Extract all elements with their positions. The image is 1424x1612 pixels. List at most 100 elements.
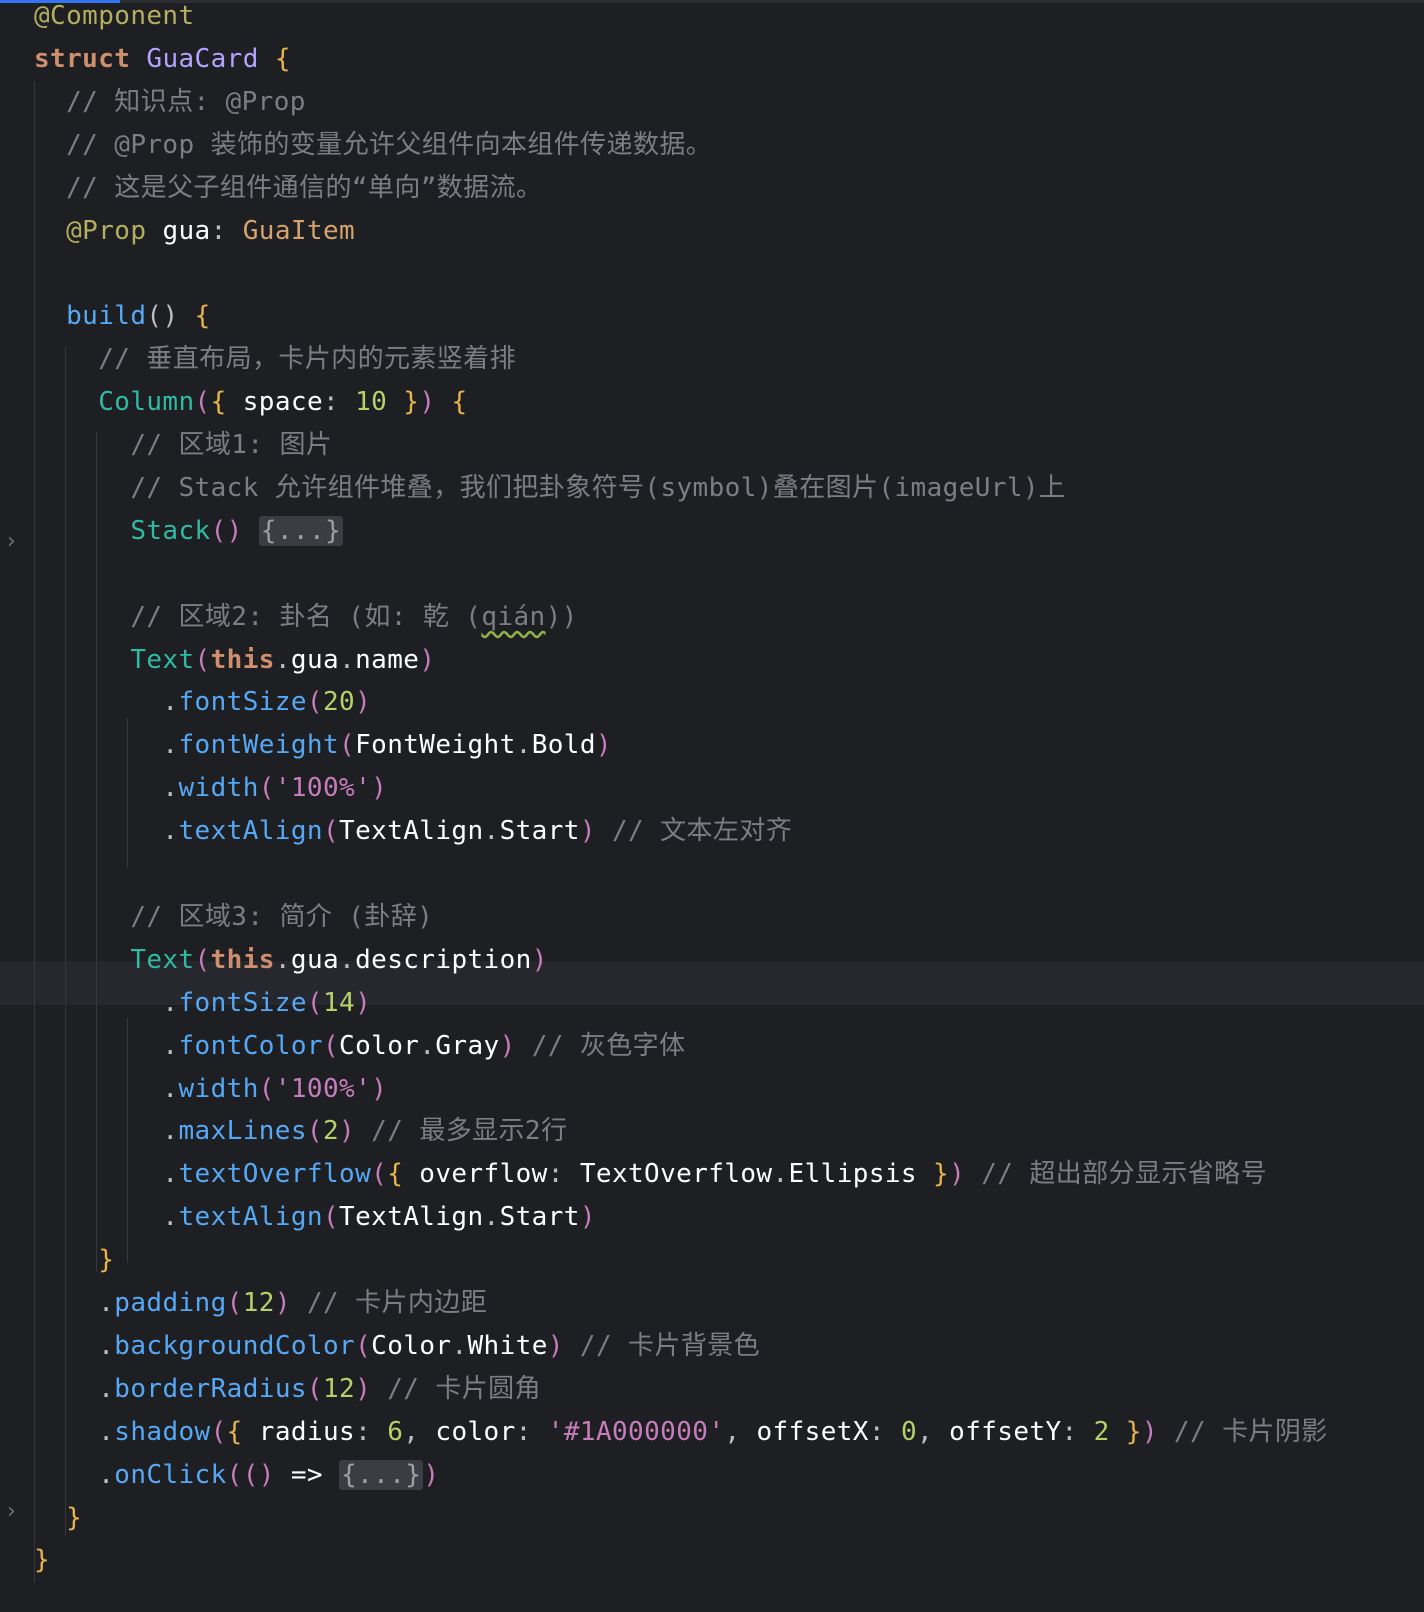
code-line[interactable]: // 区域2: 卦名 (如: 乾 (qián)): [34, 595, 578, 639]
code-token: (): [210, 515, 243, 546]
code-line[interactable]: @Prop gua: GuaItem: [34, 209, 355, 253]
folded-region[interactable]: {...}: [258, 515, 344, 546]
code-token: White: [467, 1330, 548, 1361]
code-line[interactable]: .textAlign(TextAlign.Start): [34, 1195, 596, 1239]
code-line[interactable]: Stack() {...}: [34, 509, 344, 553]
code-token: .: [34, 773, 179, 804]
code-line[interactable]: .width('100%'): [34, 1067, 387, 1111]
code-token: textAlign: [178, 1202, 323, 1233]
code-token: '100%': [274, 1073, 372, 1104]
code-line[interactable]: // 区域3: 简介 (卦辞): [34, 895, 433, 939]
code-token: {: [226, 1416, 243, 1447]
code-editor[interactable]: › › @Component struct GuaCard { // 知识点: @…: [0, 0, 1424, 1612]
code-line[interactable]: .fontColor(Color.Gray) // 灰色字体: [34, 1024, 685, 1068]
code-token: // 卡片圆角: [371, 1373, 541, 1404]
code-token: (: [306, 687, 323, 718]
code-token: // @Prop 装饰的变量允许父组件向本组件传递数据。: [34, 129, 713, 160]
code-line[interactable]: .borderRadius(12) // 卡片圆角: [34, 1367, 541, 1411]
code-token: textAlign: [178, 816, 323, 847]
code-token: Start: [499, 1202, 580, 1233]
chevron-right-icon[interactable]: ›: [7, 531, 23, 553]
code-token: ,: [403, 1416, 436, 1447]
code-line[interactable]: @Component: [34, 0, 195, 38]
folded-region[interactable]: {...}: [339, 1459, 424, 1490]
code-token: // 超出部分显示省略号: [965, 1159, 1267, 1190]
code-token: ): [531, 944, 548, 975]
code-line[interactable]: // Stack 允许组件堆叠，我们把卦象符号(symbol)叠在图片(imag…: [34, 466, 1065, 510]
code-token: {: [451, 387, 468, 418]
code-token: {: [274, 43, 291, 74]
code-token: ): [371, 1073, 388, 1104]
code-token: ): [371, 773, 388, 804]
code-token: .: [34, 730, 179, 761]
code-line[interactable]: struct GuaCard {: [34, 37, 291, 81]
code-token: }: [1125, 1416, 1142, 1447]
code-token: ): [419, 644, 436, 675]
code-token: 14: [322, 987, 356, 1018]
code-token: )): [545, 601, 578, 632]
code-line[interactable]: .onClick(() => {...}): [34, 1453, 439, 1497]
code-token: // 卡片内边距: [290, 1288, 488, 1318]
code-token: space: [226, 387, 323, 418]
code-token: ): [355, 987, 372, 1018]
code-token: 6: [387, 1416, 404, 1447]
code-line[interactable]: build() {: [34, 294, 211, 338]
code-token: .: [339, 944, 356, 975]
code-line[interactable]: // 知识点: @Prop: [34, 80, 306, 124]
code-line[interactable]: Column({ space: 10 }) {: [34, 380, 468, 424]
code-line[interactable]: // @Prop 装饰的变量允许父组件向本组件传递数据。: [34, 123, 712, 167]
code-token: ): [547, 1330, 564, 1361]
code-line[interactable]: .backgroundColor(Color.White) // 卡片背景色: [34, 1324, 760, 1368]
code-line[interactable]: .padding(12) // 卡片内边距: [34, 1281, 487, 1325]
code-line[interactable]: // 区域1: 图片: [34, 423, 332, 467]
code-token: TextOverflow: [579, 1159, 773, 1190]
code-token: gua: [290, 644, 340, 675]
code-line[interactable]: }: [34, 1496, 82, 1540]
code-token: }: [66, 1502, 83, 1533]
code-line[interactable]: .fontWeight(FontWeight.Bold): [34, 723, 612, 767]
code-token: width: [178, 773, 259, 804]
code-token: ,: [917, 1416, 950, 1447]
code-token: maxLines: [178, 1116, 307, 1147]
code-line[interactable]: .width('100%'): [34, 766, 387, 810]
code-token: ): [274, 1288, 291, 1318]
code-token: GuaCard: [146, 43, 259, 74]
editor-top-border: [0, 0, 1424, 3]
code-line[interactable]: // 这是父子组件通信的“单向”数据流。: [34, 166, 542, 210]
code-token: (: [306, 1116, 323, 1147]
code-token: .: [451, 1330, 468, 1361]
code-line[interactable]: .textAlign(TextAlign.Start) // 文本左对齐: [34, 809, 792, 853]
editor-gutter: › ›: [0, 0, 30, 1612]
code-line[interactable]: }: [34, 1238, 114, 1282]
code-line[interactable]: }: [34, 1538, 50, 1582]
code-token: gua: [146, 215, 211, 246]
code-line[interactable]: // 垂直布局，卡片内的元素竖着排: [34, 337, 516, 381]
code-line[interactable]: .textOverflow({ overflow: TextOverflow.E…: [34, 1152, 1267, 1196]
code-line[interactable]: Text(this.gua.description): [34, 938, 548, 982]
code-line[interactable]: Text(this.gua.name): [34, 638, 435, 682]
code-token: '#1A000000': [547, 1416, 725, 1447]
code-token: 12: [242, 1288, 275, 1318]
code-token: :: [355, 1416, 388, 1447]
code-token: @Component: [34, 1, 195, 31]
code-token: (: [322, 1030, 340, 1061]
code-token: .: [483, 1202, 500, 1233]
code-token: (: [194, 944, 211, 975]
code-token: }: [403, 387, 420, 418]
code-line[interactable]: .maxLines(2) // 最多显示2行: [34, 1109, 567, 1153]
code-line[interactable]: .shadow({ radius: 6, color: '#1A000000',…: [34, 1410, 1328, 1454]
code-token: offsetY: [949, 1416, 1062, 1447]
chevron-right-icon[interactable]: ›: [7, 1501, 23, 1523]
code-line[interactable]: .fontSize(14): [34, 981, 371, 1025]
code-token: Text: [130, 944, 195, 975]
code-line[interactable]: .fontSize(20): [34, 680, 371, 724]
code-token: ): [339, 1116, 356, 1147]
